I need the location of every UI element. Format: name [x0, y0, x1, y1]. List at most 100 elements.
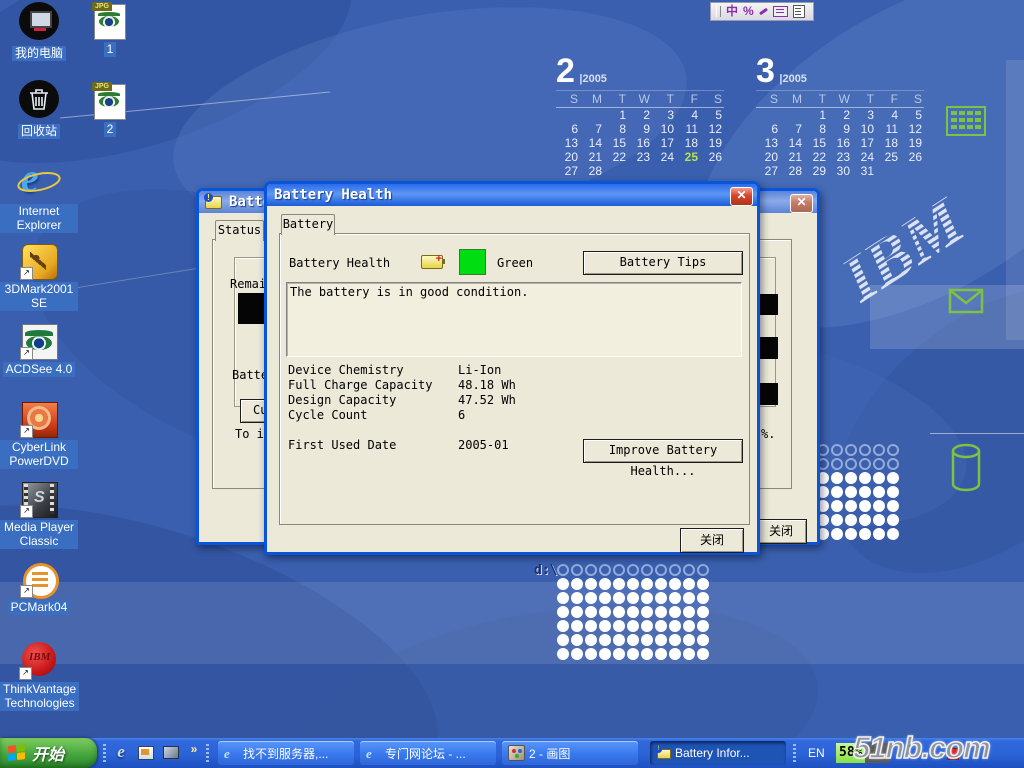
media-player-classic-icon: S ↗: [20, 482, 58, 518]
quick-launch-outlook-icon[interactable]: [136, 742, 156, 764]
health-status-swatch: [459, 249, 486, 275]
task-button-paint[interactable]: 2 - 画图: [502, 741, 638, 765]
wallpaper-dot: [585, 578, 597, 590]
wallpaper-dot: [613, 620, 625, 632]
wallpaper-dot: [873, 472, 885, 484]
wallpaper-dot: [557, 620, 569, 632]
battery-tips-button[interactable]: Battery Tips: [583, 251, 743, 275]
ie-page-icon: e: [366, 746, 381, 760]
task-button-battery-information[interactable]: ! Battery Infor...: [650, 741, 786, 765]
desktop-icon-jpg-1[interactable]: JPG 1: [80, 2, 140, 58]
wallpaper-dot: [613, 648, 625, 660]
condition-textbox[interactable]: The battery is in good condition.: [286, 282, 742, 357]
improve-battery-health-button[interactable]: Improve Battery Health...: [583, 439, 743, 463]
calendar-month: 2: [556, 52, 575, 90]
wallpaper-dot: [655, 606, 667, 618]
wallpaper-dot: [599, 578, 611, 590]
desktop-icon-acdsee[interactable]: ↗ ACDSee 4.0: [0, 324, 78, 378]
wallpaper-dot: [887, 458, 899, 470]
wallpaper-dot: [571, 606, 583, 618]
wallpaper-dot: [683, 648, 695, 660]
desktop-icon-3dmark2001[interactable]: ↗ 3DMark2001 SE: [0, 244, 78, 312]
info-label: Device Chemistry: [288, 363, 404, 377]
task-label: 找不到服务器,...: [243, 745, 328, 762]
wallpaper-dot: [655, 620, 667, 632]
wallpaper-hairline: [930, 433, 1024, 434]
wallpaper-dot: [831, 500, 843, 512]
calendar-week-row: 2728: [556, 164, 724, 178]
desktop-icon-jpg-2[interactable]: JPG 2: [80, 82, 140, 138]
ime-menu-icon[interactable]: [793, 5, 805, 18]
windows-flag-icon: [8, 744, 26, 762]
wallpaper-dot: [599, 620, 611, 632]
remaining-label-fragment: Remai: [230, 277, 266, 291]
desktop-icon-my-computer[interactable]: 我的电脑: [0, 2, 78, 62]
close-button-bg-dialog[interactable]: 关闭: [755, 519, 807, 544]
ime-soft-keyboard-icon[interactable]: [773, 6, 788, 17]
ime-chinese-mode-icon[interactable]: 中: [726, 4, 738, 19]
wallpaper-dot: [697, 634, 709, 646]
desktop-icon-internet-explorer[interactable]: e Internet Explorer: [0, 160, 78, 234]
desktop-icon-powerdvd[interactable]: ↗ CyberLink PowerDVD: [0, 402, 78, 470]
wallpaper-dot: [697, 620, 709, 632]
language-indicator[interactable]: EN: [808, 746, 825, 760]
desktop-icon-pcmark04[interactable]: ↗ PCMark04: [0, 562, 78, 616]
taskbar-grip[interactable]: [206, 744, 209, 762]
battery-health-titlebar[interactable]: Battery Health: [267, 184, 757, 206]
icon-label: 2: [104, 122, 117, 137]
wallpaper-dot: [697, 648, 709, 660]
wallpaper-dot: [859, 528, 871, 540]
battery-warning-icon: !: [656, 746, 671, 760]
task-label: 专门网论坛 - ...: [385, 745, 466, 762]
wallpaper-dot: [641, 578, 653, 590]
desktop-icon-recycle-bin[interactable]: 回收站: [0, 80, 78, 140]
close-button[interactable]: ✕: [730, 187, 753, 206]
wallpaper-dot: [599, 634, 611, 646]
task-button-server-not-found[interactable]: e 找不到服务器,...: [218, 741, 354, 765]
tab-battery[interactable]: Battery: [281, 214, 335, 235]
wallpaper-dot: [641, 606, 653, 618]
calendar-month: 3: [756, 52, 775, 90]
ime-grip[interactable]: [716, 6, 721, 17]
desktop-icon-thinkvantage[interactable]: IBM ↗ ThinkVantage Technologies: [0, 642, 78, 712]
battery-gauge-fragment: [760, 337, 778, 359]
ie-page-icon: e: [224, 746, 239, 760]
wallpaper-dot: [873, 486, 885, 498]
wallpaper-dot: [873, 514, 885, 526]
wallpaper-dot: [627, 578, 639, 590]
calendar-week-row: 6789101112: [556, 122, 724, 136]
ime-pen-icon[interactable]: [759, 8, 768, 16]
wallpaper-dot: [887, 500, 899, 512]
wallpaper-dot: [571, 620, 583, 632]
desktop-icon-media-player-classic[interactable]: S ↗ Media Player Classic: [0, 482, 78, 550]
condition-text: The battery is in good condition.: [290, 285, 528, 299]
wallpaper-dot: [859, 458, 871, 470]
quick-launch-show-desktop-icon[interactable]: [161, 742, 181, 764]
wallpaper-dot: [641, 564, 653, 576]
start-button[interactable]: 开始: [0, 738, 97, 768]
tab-status[interactable]: Status: [215, 220, 264, 241]
close-button[interactable]: ✕: [790, 194, 813, 213]
wallpaper-dot: [669, 620, 681, 632]
quick-launch-chevron[interactable]: »: [184, 742, 204, 764]
wallpaper-dot: [585, 606, 597, 618]
calendar-week-row: 2728293031: [756, 164, 924, 178]
wallpaper-dot: [845, 458, 857, 470]
ime-width-toggle-icon[interactable]: %: [743, 4, 754, 19]
icon-label: 我的电脑: [12, 46, 66, 61]
shortcut-arrow: ↗: [20, 347, 33, 360]
wallpaper-dot: [571, 578, 583, 590]
task-button-forum[interactable]: e 专门网论坛 - ...: [360, 741, 496, 765]
wallpaper-dot: [585, 620, 597, 632]
icon-label: PCMark04: [8, 600, 71, 615]
wallpaper-dot: [655, 592, 667, 604]
wallpaper-dot: [831, 528, 843, 540]
taskbar-grip[interactable]: [103, 744, 106, 762]
ime-language-bar[interactable]: 中 %: [710, 2, 814, 21]
quick-launch-ie-icon[interactable]: e: [111, 742, 131, 764]
wallpaper-dot: [613, 606, 625, 618]
wallpaper-dot: [627, 620, 639, 632]
icon-label: ThinkVantage Technologies: [0, 682, 79, 711]
dot-grid-bottom: [556, 563, 710, 661]
close-button-front-dialog[interactable]: 关闭: [680, 528, 744, 553]
